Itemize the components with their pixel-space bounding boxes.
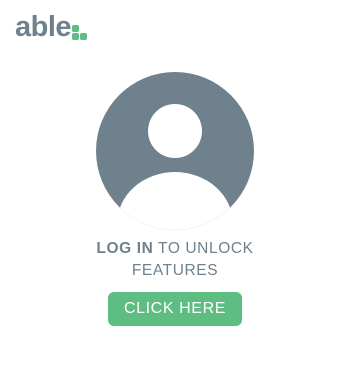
login-link-text: LOG IN	[96, 240, 154, 257]
login-message-line-2: FEATURES	[131, 262, 219, 279]
user-avatar-icon	[96, 72, 254, 230]
login-message: LOG IN TO UNLOCK FEATURES	[0, 238, 350, 282]
avatar-head	[148, 104, 202, 158]
click-here-button[interactable]: CLICK HERE	[108, 292, 242, 326]
login-prompt-panel: able LOG IN TO UNLOCK FEATURES CLICK HER…	[0, 0, 350, 368]
logo-wordmark: able	[15, 11, 72, 43]
logo-dots-icon	[72, 25, 88, 40]
unlock-text: TO UNLOCK	[153, 240, 254, 257]
login-message-line-1: LOG IN TO UNLOCK	[0, 238, 350, 260]
able-logo: able	[15, 11, 88, 43]
